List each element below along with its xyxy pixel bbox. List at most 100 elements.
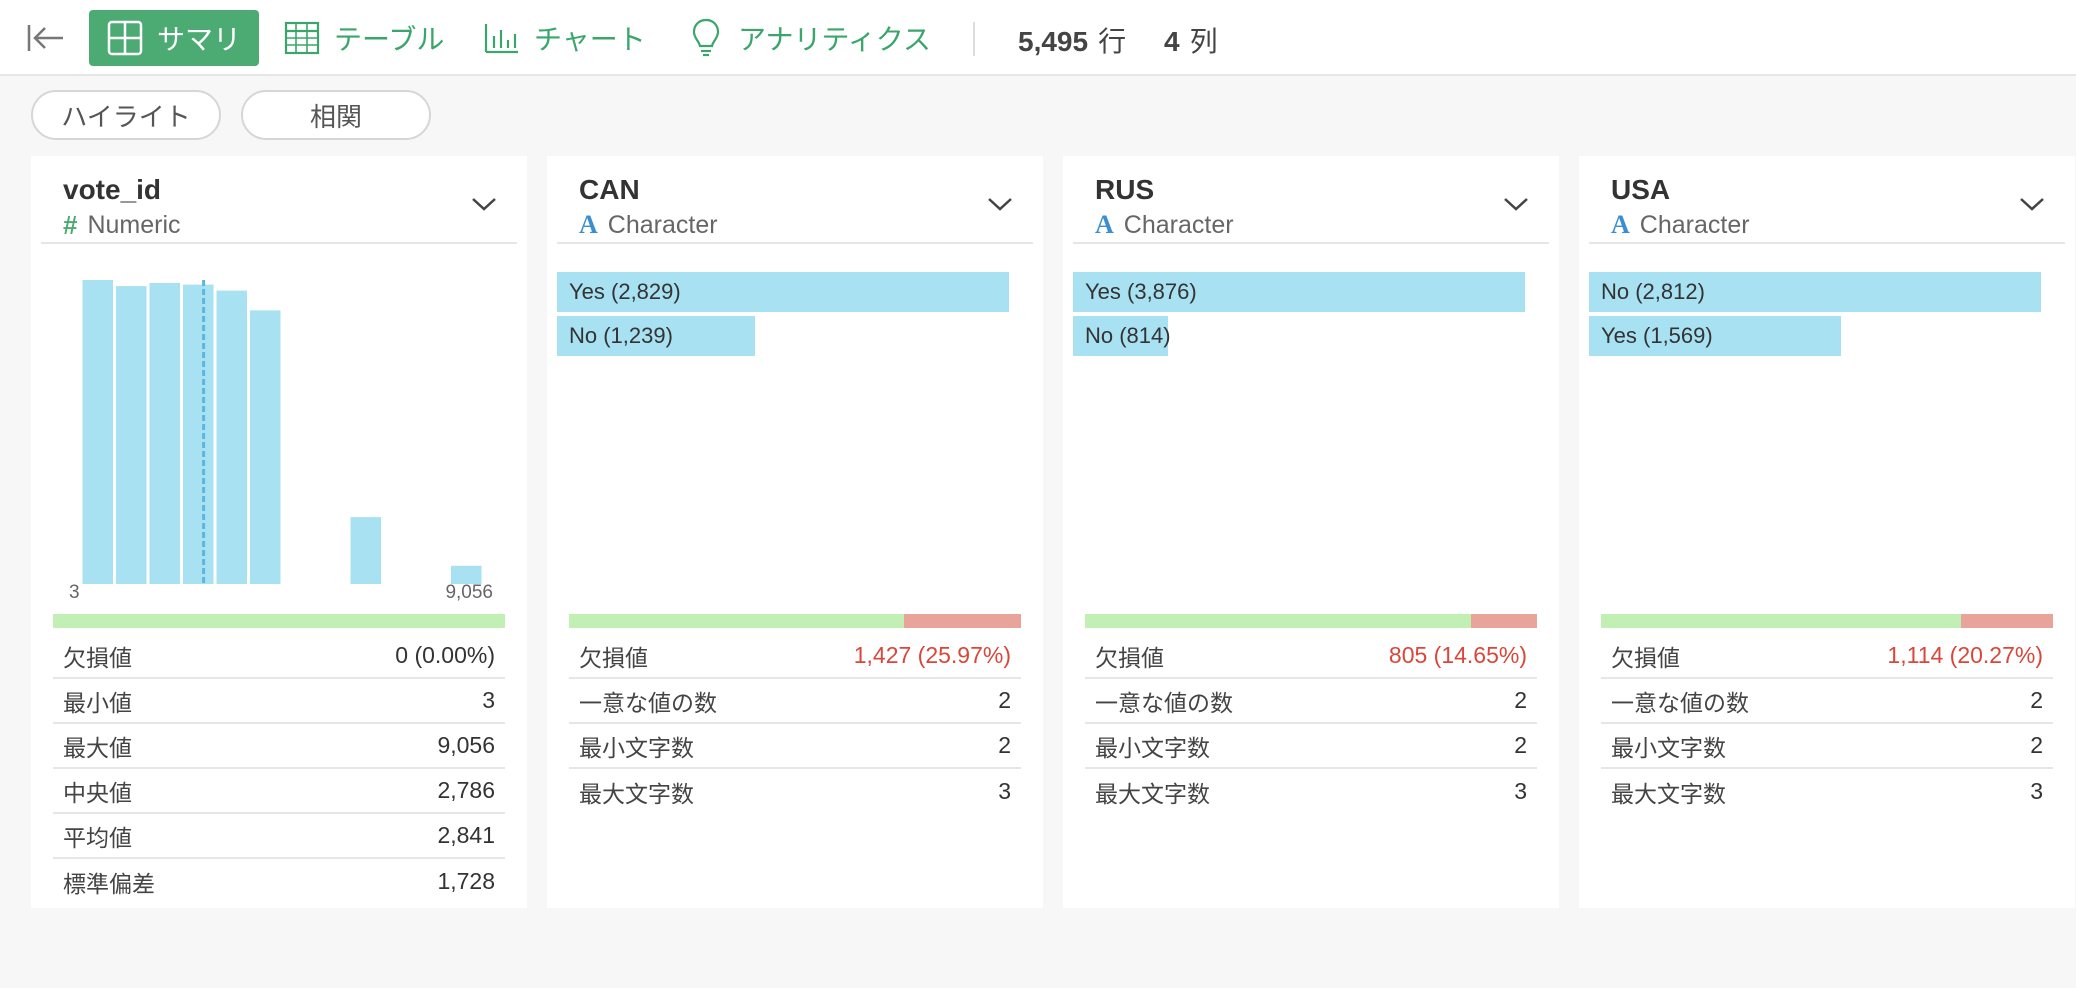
stat-value-missing: 1,427 (25.97%): [853, 642, 1011, 668]
character-a-icon: A: [1611, 210, 1630, 239]
tab-analytics-label: アナリティクス: [738, 24, 931, 55]
stat-row: 最小文字数 2: [1601, 724, 2053, 769]
stat-label: 欠損値: [1611, 644, 1680, 671]
header-divider: [1073, 242, 1549, 244]
histogram-bar[interactable]: [183, 284, 214, 584]
histogram-min-label: 3: [69, 582, 80, 603]
rows-count-value: 5,495: [1018, 26, 1089, 57]
category-bar-label: Yes (2,829): [569, 279, 681, 304]
stat-label: 最小値: [63, 689, 132, 716]
character-a-icon: A: [1095, 210, 1114, 239]
stat-value: 2,841: [437, 822, 495, 848]
stat-label: 一意な値の数: [1095, 689, 1233, 716]
missing-ratio-bar: [1085, 614, 1537, 628]
missing-segment: [1961, 614, 2053, 628]
toolbar: サマリ テーブル チャート アナリティクス 5,495 行 4 列: [0, 0, 2076, 76]
stat-label: 最大文字数: [1611, 780, 1726, 807]
collapse-back-icon[interactable]: [24, 20, 68, 56]
column-card-rus: RUS A Character Yes (3,876) No (814) 欠損値…: [1063, 156, 1559, 908]
non-missing-segment: [569, 614, 904, 628]
tab-chart[interactable]: チャート: [482, 10, 646, 66]
correlation-button[interactable]: 相関: [241, 90, 431, 140]
highlight-button[interactable]: ハイライト: [31, 90, 221, 140]
missing-ratio-bar: [53, 614, 505, 628]
stat-label: 中央値: [63, 779, 132, 806]
chevron-down-icon[interactable]: [469, 194, 499, 214]
stat-value: 1,728: [437, 868, 495, 894]
tab-table[interactable]: テーブル: [282, 10, 444, 66]
stat-row: 最小値 3: [53, 679, 505, 724]
stat-value: 3: [1514, 778, 1527, 804]
stat-row: 欠損値 1,114 (20.27%): [1601, 634, 2053, 679]
category-bar-label: No (1,239): [569, 323, 673, 348]
table-icon: [282, 18, 322, 58]
stat-value: 2: [2030, 732, 2043, 758]
non-missing-segment: [1601, 614, 1962, 628]
column-type: A Character: [1611, 210, 1750, 240]
chevron-down-icon[interactable]: [1501, 194, 1531, 214]
stat-row: 一意な値の数 2: [569, 679, 1021, 724]
tab-chart-label: チャート: [534, 24, 646, 55]
stat-row: 最大文字数 3: [569, 769, 1021, 814]
column-card-can: CAN A Character Yes (2,829) No (1,239) 欠…: [547, 156, 1043, 908]
histogram-bar[interactable]: [250, 310, 281, 584]
stat-row: 一意な値の数 2: [1085, 679, 1537, 724]
stat-row: 最大文字数 3: [1085, 769, 1537, 814]
stats-list: 欠損値 1,427 (25.97%) 一意な値の数 2 最小文字数 2 最大文字数 3: [569, 634, 1021, 814]
rows-count-unit: 行: [1098, 26, 1127, 57]
stat-label: 最小文字数: [1611, 734, 1726, 761]
stats-list: 欠損値 805 (14.65%) 一意な値の数 2 最小文字数 2 最大文字数 3: [1085, 634, 1537, 814]
column-type: A Character: [579, 210, 718, 240]
cols-count: 4 列: [1164, 20, 1218, 60]
stat-label: 欠損値: [63, 644, 132, 671]
header-divider: [41, 242, 517, 244]
column-type-label: Character: [607, 210, 718, 239]
stat-value: 3: [998, 778, 1011, 804]
chevron-down-icon[interactable]: [2017, 194, 2047, 214]
chevron-down-icon[interactable]: [985, 194, 1015, 214]
histogram-bar[interactable]: [82, 280, 114, 584]
stat-value-missing: 1,114 (20.27%): [1887, 642, 2043, 668]
column-header: RUS A Character: [1063, 156, 1559, 244]
column-name: USA: [1611, 174, 1671, 205]
histogram-chart: [82, 280, 482, 584]
stat-value: 2: [2030, 687, 2043, 713]
lightbulb-icon: [686, 18, 726, 58]
header-divider: [557, 242, 1033, 244]
stat-row: 欠損値 805 (14.65%): [1085, 634, 1537, 679]
histogram-max-label: 9,056: [445, 582, 493, 603]
histogram-bar[interactable]: [116, 286, 147, 584]
column-type: A Character: [1095, 210, 1234, 240]
stat-row: 欠損値 0 (0.00%): [53, 634, 505, 679]
category-bar-label: Yes (3,876): [1085, 279, 1197, 304]
stat-row: 最大文字数 3: [1601, 769, 2053, 814]
stat-label: 一意な値の数: [1611, 689, 1749, 716]
stat-value: 3: [482, 687, 495, 713]
column-header: CAN A Character: [547, 156, 1043, 244]
stats-list: 欠損値 1,114 (20.27%) 一意な値の数 2 最小文字数 2 最大文字数 3: [1601, 634, 2053, 814]
column-type-label: Character: [1123, 210, 1234, 239]
column-type: # Numeric: [63, 210, 181, 241]
tab-analytics[interactable]: アナリティクス: [686, 10, 931, 66]
category-bar-label: Yes (1,569): [1601, 323, 1713, 348]
tab-summary[interactable]: サマリ: [89, 10, 259, 66]
numeric-hash-icon: #: [63, 210, 78, 240]
stat-row: 中央値 2,786: [53, 769, 505, 814]
stat-label: 最小文字数: [1095, 734, 1210, 761]
stat-row: 一意な値の数 2: [1601, 679, 2053, 724]
stat-row: 最小文字数 2: [569, 724, 1021, 769]
histogram-bar[interactable]: [350, 517, 382, 584]
stat-row: 最大値 9,056: [53, 724, 505, 769]
histogram-bar[interactable]: [216, 290, 248, 584]
missing-ratio-bar: [1601, 614, 2053, 628]
histogram-bar[interactable]: [149, 283, 181, 584]
non-missing-segment: [1085, 614, 1471, 628]
bar-chart-icon: [482, 18, 522, 58]
column-name: RUS: [1095, 174, 1155, 205]
missing-segment: [1470, 614, 1537, 628]
stat-value: 2: [1514, 732, 1527, 758]
header-divider: [1589, 242, 2065, 244]
stat-label: 一意な値の数: [579, 689, 717, 716]
summary-grid-icon: [105, 18, 145, 58]
column-name: CAN: [579, 174, 640, 205]
